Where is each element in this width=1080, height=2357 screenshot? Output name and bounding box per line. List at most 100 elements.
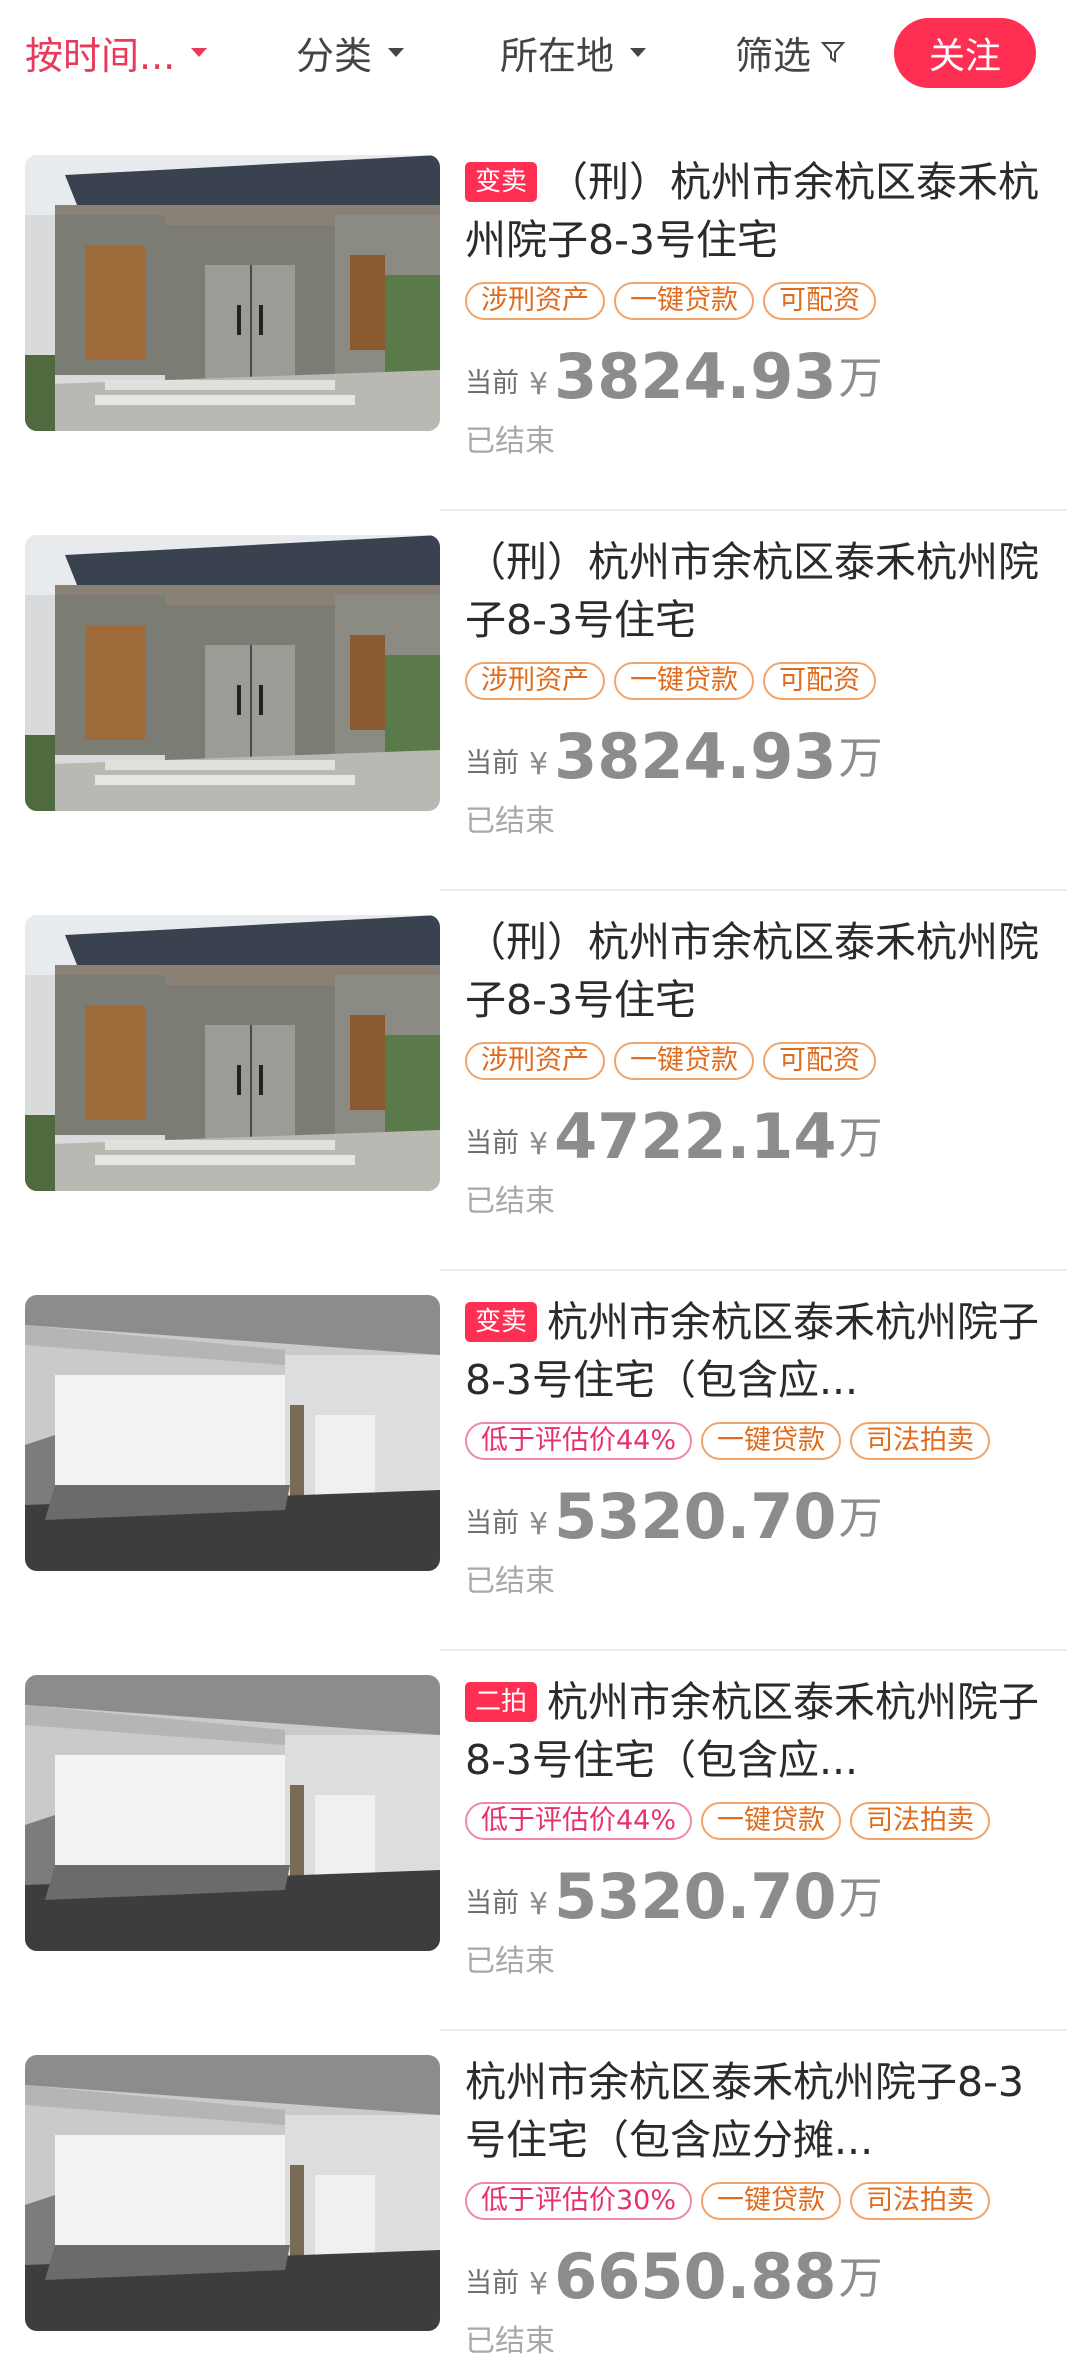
currency-symbol: ¥ — [529, 2267, 549, 2302]
category-dropdown[interactable]: 分类 — [296, 22, 405, 82]
listing-title[interactable]: （刑）杭州市余杭区泰禾杭州院子8-3号住宅 — [465, 913, 1055, 1029]
listing-tag: 一键贷款 — [614, 282, 754, 320]
listing-title[interactable]: （刑）杭州市余杭区泰禾杭州院子8-3号住宅 — [465, 533, 1055, 649]
listing-title[interactable]: 变卖 杭州市余杭区泰禾杭州院子8-3号住宅（包含应... — [465, 1293, 1055, 1409]
tag-row: 涉刑资产 一键贷款 可配资 — [465, 282, 1055, 322]
current-price: 5320.70 — [554, 1480, 837, 1553]
tag-row: 低于评估价44% 一键贷款 司法拍卖 — [465, 1802, 1055, 1842]
currency-symbol: ¥ — [529, 1127, 549, 1162]
price-label: 当前 — [465, 2268, 519, 2299]
price-label: 当前 — [465, 748, 519, 779]
tag-row: 涉刑资产 一键贷款 可配资 — [465, 1042, 1055, 1082]
listing-tag: 涉刑资产 — [465, 1042, 605, 1080]
row-divider — [440, 1269, 1066, 1271]
row-divider — [440, 1649, 1066, 1651]
listing-title[interactable]: 变卖 （刑）杭州市余杭区泰禾杭州院子8-3号住宅 — [465, 153, 1055, 269]
tag-row: 低于评估价44% 一键贷款 司法拍卖 — [465, 1422, 1055, 1462]
listing-card[interactable]: 二拍 杭州市余杭区泰禾杭州院子8-3号住宅（包含应... 低于评估价44% 一键贷款司… — [0, 1655, 1080, 2031]
filter-button[interactable]: 筛选 — [735, 22, 846, 82]
listing-card[interactable]: （刑）杭州市余杭区泰禾杭州院子8-3号住宅涉刑资产 一键贷款 可配资当前 ¥3824.… — [0, 515, 1080, 891]
listing-tag: 低于评估价44% — [465, 1422, 693, 1460]
listing-info: 变卖 杭州市余杭区泰禾杭州院子8-3号住宅（包含应... 低于评估价44% 一键贷款司… — [465, 1275, 1055, 1600]
listing-tag: 一键贷款 — [701, 1422, 842, 1460]
location-dropdown[interactable]: 所在地 — [500, 22, 647, 82]
price-unit: 万 — [838, 1873, 883, 1924]
villa-entrance-photo[interactable] — [25, 535, 440, 811]
listing-title[interactable]: 杭州市余杭区泰禾杭州院子8-3号住宅（包含应分摊... — [465, 2053, 1055, 2169]
row-divider — [440, 509, 1066, 511]
price-row: 当前 ¥5320.70 万 — [465, 1864, 1055, 1930]
currency-symbol: ¥ — [529, 367, 549, 402]
empty-interior-photo[interactable] — [25, 1675, 440, 1951]
listing-tag: 涉刑资产 — [465, 662, 605, 700]
listing-tag: 可配资 — [763, 282, 876, 320]
listing-tag: 可配资 — [763, 1042, 876, 1080]
tag-row: 低于评估价30% 一键贷款 司法拍卖 — [465, 2182, 1055, 2222]
price-row: 当前 ¥5320.70 万 — [465, 1484, 1055, 1550]
filter-label: 筛选 — [735, 33, 812, 78]
currency-symbol: ¥ — [529, 1507, 549, 1542]
listing-card[interactable]: 变卖 （刑）杭州市余杭区泰禾杭州院子8-3号住宅涉刑资产 一键贷款 可配资当前 ¥382… — [0, 135, 1080, 511]
villa-entrance-photo[interactable] — [25, 915, 440, 1191]
listing-tag: 可配资 — [763, 662, 876, 700]
listing-title[interactable]: 二拍 杭州市余杭区泰禾杭州院子8-3号住宅（包含应... — [465, 1673, 1055, 1789]
listing-tag: 涉刑资产 — [465, 282, 605, 320]
empty-interior-photo[interactable] — [25, 1295, 440, 1571]
price-unit: 万 — [838, 2253, 883, 2304]
price-unit: 万 — [838, 733, 883, 784]
auction-type-badge: 变卖 — [465, 162, 538, 202]
sort-label: 按时间... — [25, 33, 176, 78]
auction-status: 已结束 — [465, 1944, 555, 1979]
caret-down-icon — [630, 47, 647, 57]
current-price: 5320.70 — [554, 1860, 837, 1933]
price-unit: 万 — [838, 1113, 883, 1164]
auction-status: 已结束 — [465, 1184, 555, 1219]
listing-info: 二拍 杭州市余杭区泰禾杭州院子8-3号住宅（包含应... 低于评估价44% 一键贷款司… — [465, 1655, 1055, 1980]
listing-tag: 低于评估价44% — [465, 1802, 693, 1840]
listing-card[interactable]: （刑）杭州市余杭区泰禾杭州院子8-3号住宅涉刑资产 一键贷款 可配资当前 ¥4722.… — [0, 895, 1080, 1271]
price-unit: 万 — [838, 353, 883, 404]
listing-info: （刑）杭州市余杭区泰禾杭州院子8-3号住宅涉刑资产 一键贷款 可配资当前 ¥3824.… — [465, 515, 1055, 840]
listing-card[interactable]: 变卖 杭州市余杭区泰禾杭州院子8-3号住宅（包含应... 低于评估价44% 一键贷款司… — [0, 1275, 1080, 1651]
caret-down-icon — [388, 47, 405, 57]
current-price: 3824.93 — [554, 340, 837, 413]
listing-info: （刑）杭州市余杭区泰禾杭州院子8-3号住宅涉刑资产 一键贷款 可配资当前 ¥4722.… — [465, 895, 1055, 1220]
listing-title-text: 杭州市余杭区泰禾杭州院子8-3号住宅（包含应... — [465, 1678, 1040, 1784]
category-label: 分类 — [296, 33, 373, 78]
listing-title-text: （刑）杭州市余杭区泰禾杭州院子8-3号住宅 — [465, 158, 1040, 264]
price-unit: 万 — [838, 1493, 883, 1544]
tag-row: 涉刑资产 一键贷款 可配资 — [465, 662, 1055, 702]
location-label: 所在地 — [500, 33, 615, 78]
listing-tag: 一键贷款 — [701, 1802, 842, 1840]
auction-status: 已结束 — [465, 1564, 555, 1599]
listing-title-text: 杭州市余杭区泰禾杭州院子8-3号住宅（包含应分摊... — [465, 2058, 1024, 2164]
auction-status: 已结束 — [465, 424, 555, 459]
listing-title-text: 杭州市余杭区泰禾杭州院子8-3号住宅（包含应... — [465, 1298, 1040, 1404]
price-row: 当前 ¥4722.14 万 — [465, 1104, 1055, 1170]
current-price: 3824.93 — [554, 720, 837, 793]
listing-tag: 一键贷款 — [614, 662, 754, 700]
price-label: 当前 — [465, 1128, 519, 1159]
sort-dropdown[interactable]: 按时间... — [25, 22, 208, 82]
price-row: 当前 ¥3824.93 万 — [465, 344, 1055, 410]
auction-type-badge: 二拍 — [465, 1682, 538, 1722]
listing-tag: 一键贷款 — [614, 1042, 754, 1080]
listing-info: 变卖 （刑）杭州市余杭区泰禾杭州院子8-3号住宅涉刑资产 一键贷款 可配资当前 ¥382… — [465, 135, 1055, 460]
row-divider — [440, 889, 1066, 891]
listing-title-text: （刑）杭州市余杭区泰禾杭州院子8-3号住宅 — [465, 918, 1039, 1024]
empty-interior-photo[interactable] — [25, 2055, 440, 2331]
listing-tag: 一键贷款 — [701, 2182, 842, 2220]
caret-down-icon — [191, 47, 208, 57]
auction-status: 已结束 — [465, 2324, 555, 2357]
price-row: 当前 ¥6650.88 万 — [465, 2244, 1055, 2310]
listing-card[interactable]: 杭州市余杭区泰禾杭州院子8-3号住宅（包含应分摊... 低于评估价30% 一键贷款司… — [0, 2035, 1080, 2357]
auction-type-badge: 变卖 — [465, 1302, 538, 1342]
listing-info: 杭州市余杭区泰禾杭州院子8-3号住宅（包含应分摊... 低于评估价30% 一键贷款司… — [465, 2035, 1055, 2357]
current-price: 4722.14 — [554, 1100, 837, 1173]
listing-tag: 低于评估价30% — [465, 2182, 693, 2220]
follow-button[interactable]: 关注 — [894, 18, 1036, 88]
villa-entrance-photo[interactable] — [25, 155, 440, 431]
currency-symbol: ¥ — [529, 1887, 549, 1922]
price-label: 当前 — [465, 1508, 519, 1539]
price-row: 当前 ¥3824.93 万 — [465, 724, 1055, 790]
